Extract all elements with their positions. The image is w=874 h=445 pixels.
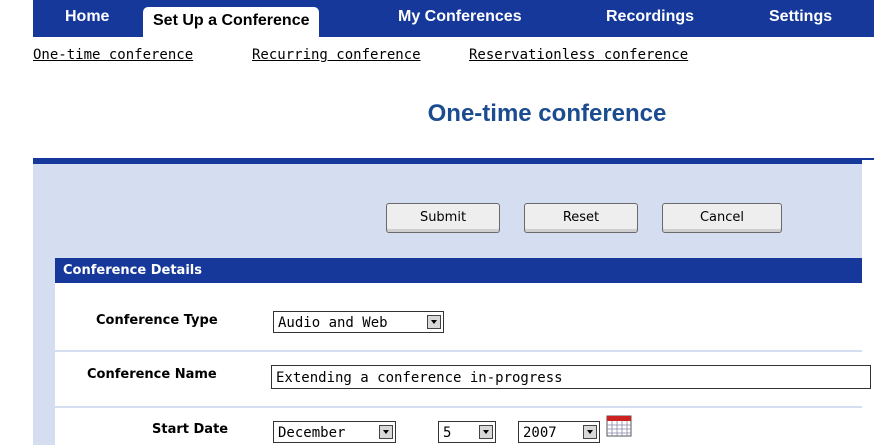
conference-type-row: Conference Type Audio and Web [55,283,862,350]
conference-name-label: Conference Name [87,367,217,382]
top-nav-bar: Home Set Up a Conference My Conferences … [33,0,874,38]
conference-details-header: Conference Details [55,258,862,283]
start-date-row: Start Date December 5 2007 [55,408,862,445]
link-recurring-conference[interactable]: Recurring conference [252,47,421,63]
chevron-down-icon [379,425,393,439]
conference-name-row: Conference Name Extending a conference i… [55,352,871,406]
page-title-container: One-time conference [0,100,874,128]
torn-edge [862,160,874,445]
tab-home[interactable]: Home [65,0,109,33]
calendar-icon[interactable] [606,415,632,437]
start-date-label: Start Date [152,422,229,437]
conference-name-input[interactable]: Extending a conference in-progress [271,365,871,389]
tab-settings[interactable]: Settings [769,0,832,33]
conference-type-select[interactable]: Audio and Web [273,311,444,333]
start-day-select[interactable]: 5 [438,421,496,443]
chevron-down-icon [583,425,597,439]
start-day-value: 5 [443,425,452,441]
cancel-button[interactable]: Cancel [662,203,782,233]
tab-set-up-a-conference[interactable]: Set Up a Conference [143,7,320,38]
link-reservationless-conference[interactable]: Reservationless conference [469,47,688,63]
page-title: One-time conference [427,100,667,127]
conference-type-value: Audio and Web [278,315,388,331]
link-one-time-conference[interactable]: One-time conference [33,47,193,63]
reset-button[interactable]: Reset [524,203,638,233]
start-month-value: December [278,425,346,441]
chevron-down-icon [427,315,441,329]
tab-my-conferences[interactable]: My Conferences [398,0,522,33]
chevron-down-icon [479,425,493,439]
submit-button[interactable]: Submit [386,203,500,233]
start-year-select[interactable]: 2007 [518,421,600,443]
conference-type-label: Conference Type [96,313,218,328]
start-month-select[interactable]: December [273,421,396,443]
tab-recordings[interactable]: Recordings [606,0,694,33]
start-year-value: 2007 [523,425,557,441]
